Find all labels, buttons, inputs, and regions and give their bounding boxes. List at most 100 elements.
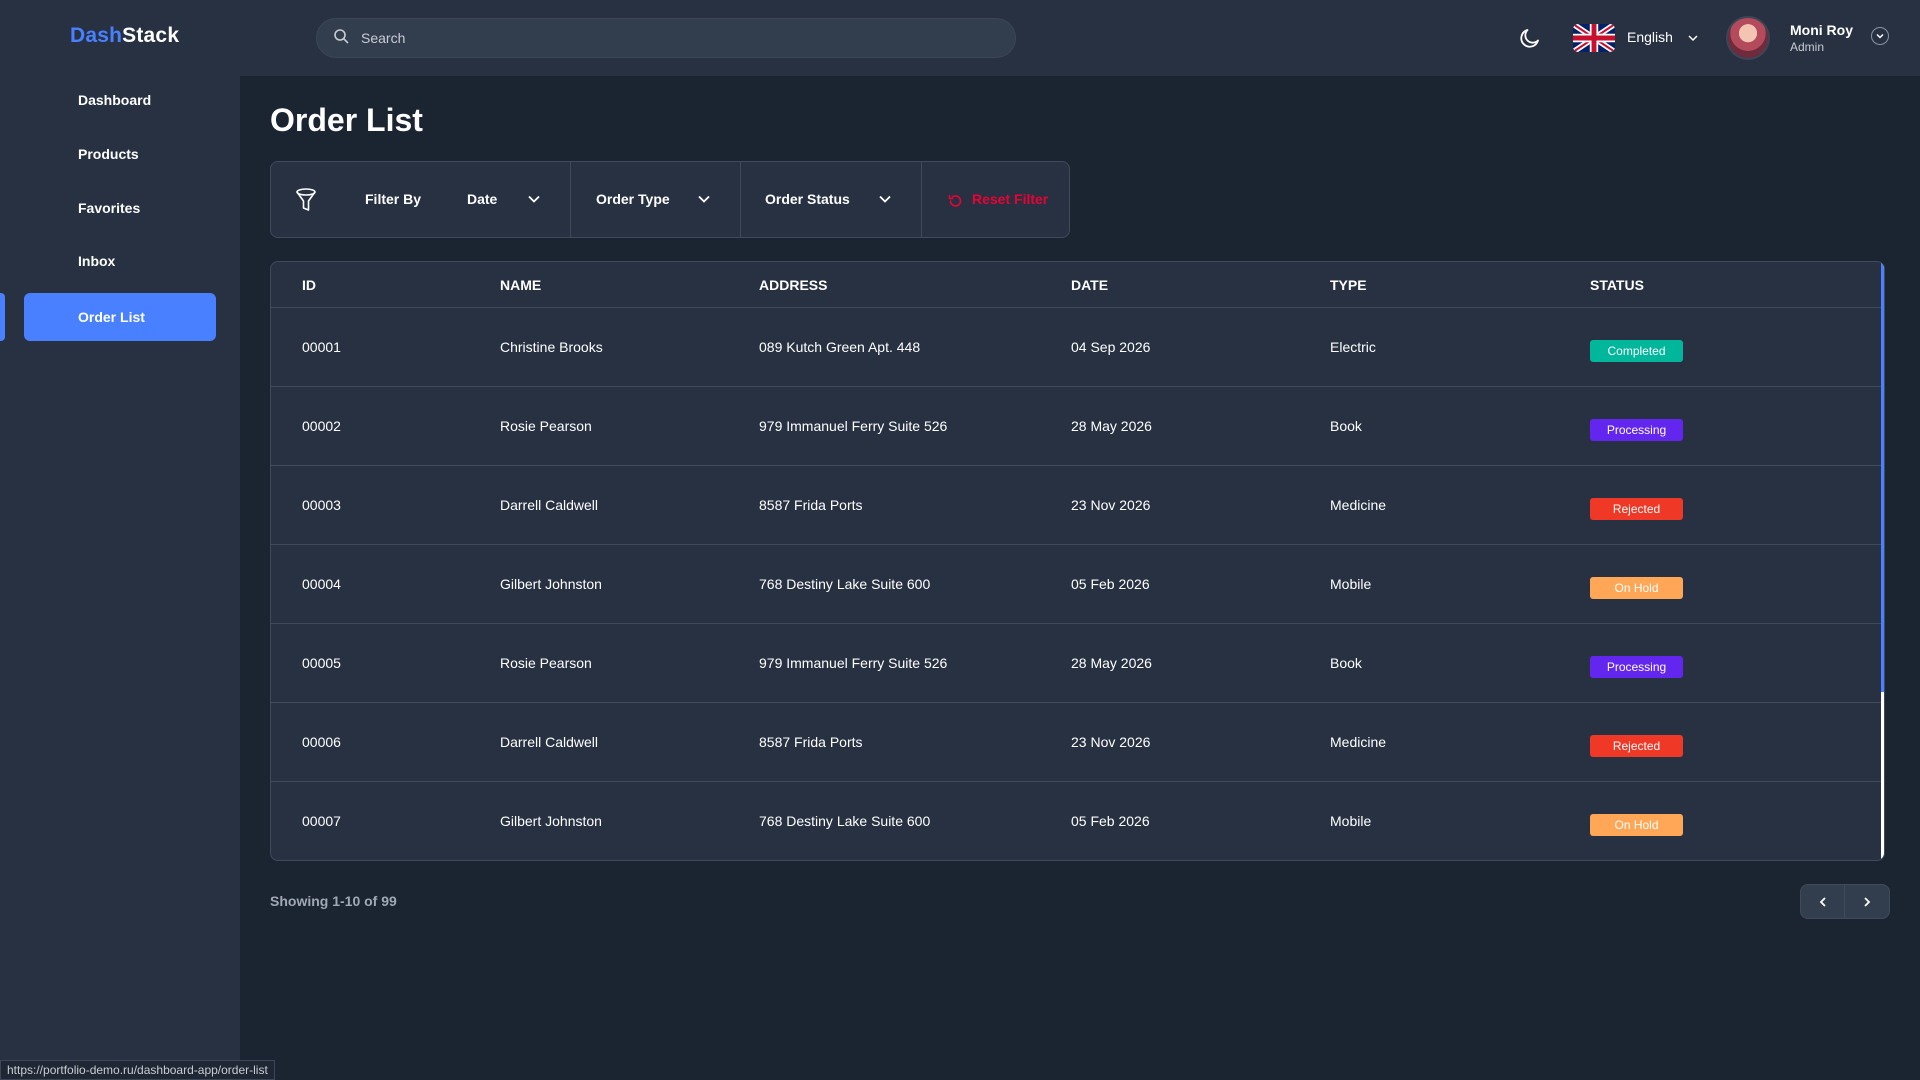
cell-address: 768 Destiny Lake Suite 600 xyxy=(759,812,931,829)
order-type-filter[interactable]: Order Type xyxy=(571,162,741,237)
moon-icon[interactable] xyxy=(1518,26,1542,55)
table-row[interactable]: 00002 Rosie Pearson 979 Immanuel Ferry Sui… xyxy=(271,386,1883,466)
column-header-id[interactable]: ID xyxy=(271,262,500,308)
cell-type: Medicine xyxy=(1330,465,1590,545)
cell-address: 8587 Frida Ports xyxy=(759,702,1071,782)
cell-date: 28 May 2026 xyxy=(1071,386,1330,466)
cell-status: Processing xyxy=(1590,623,1883,703)
cell-id: 00004 xyxy=(271,544,500,624)
table-row[interactable]: 00005 Rosie Pearson 979 Immanuel Ferry Sui… xyxy=(271,623,1883,703)
column-header-status[interactable]: STATUS xyxy=(1590,262,1883,308)
cell-type: Book xyxy=(1330,623,1590,703)
date-filter-dropdown[interactable]: Date xyxy=(467,191,497,207)
cell-status: Rejected xyxy=(1590,702,1883,782)
filter-by-label: Filter By xyxy=(365,191,422,207)
cell-id: 00006 xyxy=(271,702,500,782)
cell-date: 05 Feb 2026 xyxy=(1071,812,1150,829)
cell-id: 00005 xyxy=(271,623,500,703)
app-logo[interactable]: DashStack xyxy=(70,24,179,48)
reset-filter-button[interactable]: Reset Filter xyxy=(922,162,1069,237)
cell-date: 05 Feb 2026 xyxy=(1071,544,1330,624)
status-badge: Processing xyxy=(1590,655,1683,678)
chevron-down-icon xyxy=(697,192,711,211)
cell-date: 04 Sep 2026 xyxy=(1071,307,1330,387)
table-row[interactable]: 00003 Darrell Caldwell 8587 Frida Ports 23 … xyxy=(271,465,1883,545)
column-header-type[interactable]: TYPE xyxy=(1330,262,1590,308)
cell-name: Rosie Pearson xyxy=(500,386,759,466)
table-row[interactable]: 00006 Darrell Caldwell 8587 Frida Ports 23 … xyxy=(271,702,1883,782)
order-table: ID NAME ADDRESS DATE TYPE STATUS 00001 Ch… xyxy=(270,261,1885,861)
uk-flag-icon[interactable] xyxy=(1573,24,1615,52)
chevron-right-icon xyxy=(1864,896,1871,907)
language-selector[interactable]: English xyxy=(1627,29,1673,45)
cell-type: Mobile xyxy=(1330,544,1590,624)
page-title: Order List xyxy=(270,102,423,138)
cell-date: 23 Nov 2026 xyxy=(1071,465,1330,545)
sidebar-item-dashboard[interactable]: Dashboard xyxy=(24,76,216,124)
logo-text-stack: Stack xyxy=(122,24,180,47)
cell-name: Rosie Pearson xyxy=(500,623,759,703)
sidebar-item-favorites[interactable]: Favorites xyxy=(24,184,216,232)
orders-table: ID NAME ADDRESS DATE TYPE STATUS 00001 Ch… xyxy=(271,262,1883,860)
order-status-filter[interactable]: Order Status xyxy=(741,162,922,237)
cell-name: Gilbert Johnston xyxy=(500,544,759,624)
chevron-down-icon[interactable] xyxy=(527,192,541,211)
cell-address: 089 Kutch Green Apt. 448 xyxy=(759,307,1071,387)
top-bar: DashStack English Moni Roy Admin xyxy=(0,0,1920,76)
browser-status-url: https://portfolio-demo.ru/dashboard-app/… xyxy=(0,1060,275,1080)
table-row[interactable]: 00001 Christine Brooks 089 Kutch Green Apt… xyxy=(271,307,1883,387)
cell-type: Medicine xyxy=(1330,702,1590,782)
cell-id: 00001 xyxy=(271,307,500,387)
pagination-controls xyxy=(1800,884,1890,919)
logo-text-dash: Dash xyxy=(70,24,123,47)
cell-address: 979 Immanuel Ferry Suite 526 xyxy=(759,386,1071,466)
cell-address: 979 Immanuel Ferry Suite 526 xyxy=(759,623,1071,703)
status-badge: Completed xyxy=(1590,339,1683,362)
filter-by-group: Filter By Date xyxy=(271,162,571,237)
cell-name: Darrell Caldwell xyxy=(500,702,759,782)
cell-name: Christine Brooks xyxy=(500,307,759,387)
pagination-summary: Showing 1-10 of 99 xyxy=(270,893,397,909)
funnel-icon xyxy=(295,188,317,217)
cell-status: Completed xyxy=(1590,307,1883,387)
status-badge: Rejected xyxy=(1590,734,1683,757)
cell-status: Rejected xyxy=(1590,465,1883,545)
table-header-row: ID NAME ADDRESS DATE TYPE STATUS xyxy=(271,262,1883,308)
status-badge: On Hold xyxy=(1590,576,1683,599)
active-item-indicator xyxy=(0,293,5,341)
cell-date: 28 May 2026 xyxy=(1071,623,1330,703)
cell-address: 8587 Frida Ports xyxy=(759,465,1071,545)
avatar[interactable] xyxy=(1726,16,1770,60)
sidebar-item-products[interactable]: Products xyxy=(24,130,216,178)
cell-type: Book xyxy=(1330,386,1590,466)
table-row[interactable]: 00007 Gilbert Johnston 768 Destiny Lake Su… xyxy=(271,781,1883,860)
cell-address: 768 Destiny Lake Suite 600 xyxy=(759,544,1071,624)
status-badge: On Hold xyxy=(1590,813,1683,836)
search-input[interactable] xyxy=(361,30,961,46)
cell-status: On Hold xyxy=(1590,781,1883,860)
user-role: Admin xyxy=(1790,40,1825,54)
prev-page-button[interactable] xyxy=(1801,885,1846,918)
cell-type: Mobile xyxy=(1330,812,1372,829)
next-page-button[interactable] xyxy=(1845,885,1889,918)
order-type-label: Order Type xyxy=(596,191,670,207)
column-header-address[interactable]: ADDRESS xyxy=(759,262,1071,308)
cell-type: Electric xyxy=(1330,307,1590,387)
chevron-down-icon[interactable] xyxy=(1687,31,1699,49)
cell-name: Gilbert Johnston xyxy=(500,812,602,829)
column-header-name[interactable]: NAME xyxy=(500,262,759,308)
profile-menu-button[interactable] xyxy=(1871,27,1889,45)
column-header-date[interactable]: DATE xyxy=(1071,262,1330,308)
chevron-down-icon xyxy=(1876,33,1884,39)
sidebar-item-inbox[interactable]: Inbox xyxy=(24,237,216,285)
status-badge: Processing xyxy=(1590,418,1683,441)
order-status-label: Order Status xyxy=(765,191,850,207)
chevron-down-icon xyxy=(878,192,892,211)
table-row[interactable]: 00004 Gilbert Johnston 768 Destiny Lake Su… xyxy=(271,544,1883,624)
cell-date: 23 Nov 2026 xyxy=(1071,702,1330,782)
scrollbar-thumb[interactable] xyxy=(1881,262,1884,692)
cell-id: 00003 xyxy=(271,465,500,545)
cell-id: 00002 xyxy=(271,386,500,466)
sidebar: Dashboard Products Favorites Inbox Order… xyxy=(0,76,240,1080)
sidebar-item-order-list[interactable]: Order List xyxy=(24,293,216,341)
